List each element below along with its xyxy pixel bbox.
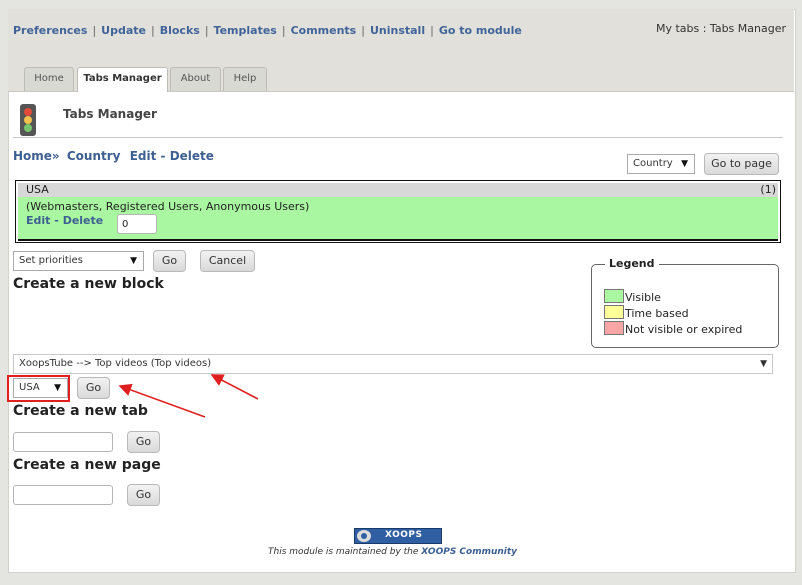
traffic-light-icon (20, 104, 36, 136)
xoops-logo[interactable]: XOOPS (354, 528, 442, 544)
tab-name: USA (26, 183, 49, 196)
menu-separator: | (361, 24, 365, 37)
tab-home[interactable]: Home (24, 67, 74, 91)
go-to-page-button[interactable]: Go to page (704, 153, 779, 175)
legend-title: Legend (605, 257, 659, 270)
page-select[interactable]: Country ▼ (627, 154, 695, 174)
new-page-input[interactable] (13, 485, 113, 505)
breadcrumb: Home» Country Edit - Delete (13, 149, 214, 163)
create-page-go-button[interactable]: Go (127, 484, 160, 506)
legend-item-time-based: Time based (604, 305, 689, 320)
xoops-logo-text: XOOPS (385, 530, 423, 540)
blocks-link[interactable]: Blocks (160, 24, 200, 37)
preferences-link[interactable]: Preferences (13, 24, 87, 37)
menu-separator: | (430, 24, 434, 37)
create-tab-heading: Create a new tab (13, 403, 148, 419)
legend-label: Time based (625, 307, 689, 320)
page: Preferences | Update | Blocks | Templates | Comm… (0, 0, 802, 585)
chevron-down-icon: ▼ (681, 159, 688, 169)
breadcrumb-country[interactable]: Country (67, 149, 121, 163)
tab-edit-link[interactable]: Edit (26, 214, 50, 227)
menu-separator: | (92, 24, 97, 37)
breadcrumb-dash: - (160, 149, 166, 163)
title-divider (13, 137, 783, 138)
breadcrumb-edit[interactable]: Edit (130, 149, 157, 163)
tab-list: USA (1) (Webmasters, Registered Users, A… (15, 180, 781, 243)
tab-priority-input[interactable]: 0 (117, 214, 157, 234)
tab-actions: Edit - Delete (26, 214, 103, 227)
update-link[interactable]: Update (101, 24, 146, 37)
tab-tabs-manager[interactable]: Tabs Manager (77, 67, 168, 92)
tab-row-header: USA (1) (18, 183, 778, 197)
create-block-go-button[interactable]: Go (77, 377, 110, 399)
legend-swatch-visible (604, 289, 624, 303)
block-select[interactable]: XoopsTube --> Top videos (Top videos) ▼ (13, 354, 773, 374)
menu-separator: | (204, 24, 209, 37)
comments-link[interactable]: Comments (291, 24, 357, 37)
page-select-value: Country (633, 158, 673, 169)
chevron-down-icon: ▼ (760, 359, 767, 369)
priorities-go-button[interactable]: Go (153, 250, 186, 272)
legend-item-visible: Visible (604, 289, 661, 304)
tab-groups: (Webmasters, Registered Users, Anonymous… (26, 200, 310, 213)
cancel-button[interactable]: Cancel (200, 250, 255, 272)
legend-label: Not visible or expired (625, 323, 743, 336)
tab-select-value: USA (19, 382, 40, 393)
create-page-heading: Create a new page (13, 457, 161, 473)
legend: Legend Visible Time based Not visible or… (591, 257, 779, 348)
tab-block-count: (1) (760, 183, 776, 196)
block-select-value: XoopsTube --> Top videos (Top videos) (19, 358, 212, 369)
tab-actions-dash: - (54, 214, 59, 227)
chevron-down-icon: ▼ (54, 383, 61, 393)
priorities-select-value: Set priorities (19, 255, 83, 266)
templates-link[interactable]: Templates (214, 24, 277, 37)
priorities-select[interactable]: Set priorities ▼ (13, 251, 144, 271)
legend-swatch-not-visible (604, 321, 624, 335)
tab-select[interactable]: USA ▼ (13, 378, 68, 398)
tab-priority-value: 0 (122, 219, 129, 230)
footer-text: This module is maintained by the XOOPS C… (268, 547, 517, 557)
legend-swatch-time-based (604, 305, 624, 319)
create-tab-go-button[interactable]: Go (127, 431, 160, 453)
breadcrumb-delete[interactable]: Delete (170, 149, 214, 163)
page-title: Tabs Manager (63, 107, 157, 121)
create-block-heading: Create a new block (13, 276, 164, 292)
globe-icon (357, 530, 371, 542)
legend-item-not-visible: Not visible or expired (604, 321, 742, 336)
tab-help[interactable]: Help (223, 67, 267, 91)
breadcrumb-home[interactable]: Home» (13, 149, 60, 163)
xoops-community-link[interactable]: XOOPS Community (421, 547, 517, 557)
tab-delete-link[interactable]: Delete (63, 214, 104, 227)
tab-row: (Webmasters, Registered Users, Anonymous… (18, 197, 778, 241)
chevron-down-icon: ▼ (130, 256, 137, 266)
new-tab-input[interactable] (13, 432, 113, 452)
menu-separator: | (151, 24, 155, 37)
tab-about[interactable]: About (170, 67, 221, 91)
go-to-module-link[interactable]: Go to module (439, 24, 522, 37)
uninstall-link[interactable]: Uninstall (370, 24, 425, 37)
module-context-label: My tabs : Tabs Manager (655, 22, 786, 35)
footer-maintained-text: This module is maintained by the (268, 547, 419, 557)
menu-separator: | (281, 24, 286, 37)
legend-label: Visible (625, 291, 661, 304)
admin-menu: Preferences | Update | Blocks | Templates | Comm… (13, 24, 522, 37)
